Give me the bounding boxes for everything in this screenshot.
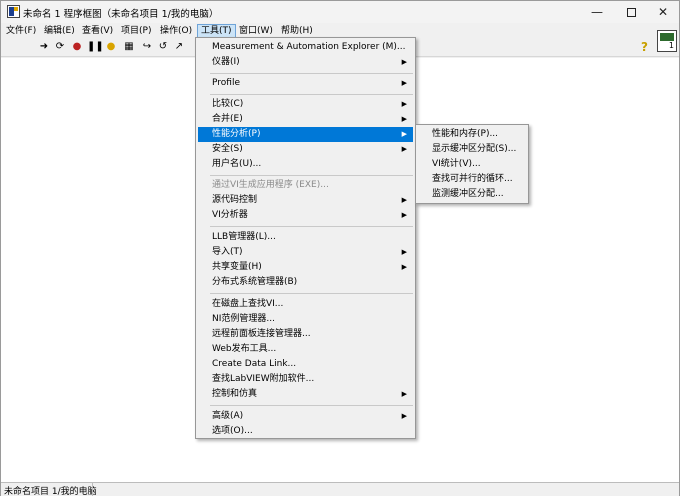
menu-item-web-publishing-tool[interactable]: Web发布工具... [198, 342, 413, 357]
submenu-item-vi-metrics[interactable]: VI统计(V)... [418, 157, 526, 172]
submenu-item-show-buffer-allocations[interactable]: 显示缓冲区分配(S)... [418, 142, 526, 157]
menu-item-options[interactable]: 选项(O)... [198, 424, 413, 439]
menu-view[interactable]: 查看(V) [79, 24, 116, 38]
menu-item-remote-panel-connection-manager[interactable]: 远程前面板连接管理器... [198, 327, 413, 342]
submenu-arrow-icon: ▶ [401, 115, 407, 123]
submenu-item-monitor-buffer-allocations[interactable]: 监测缓冲区分配... [418, 187, 526, 202]
context-help-icon[interactable]: ? [641, 40, 648, 54]
submenu-arrow-icon: ▶ [401, 79, 407, 87]
submenu-arrow-icon: ▶ [401, 390, 407, 398]
vi-icon-number: 1 [668, 41, 674, 50]
menu-item-build-exe: 通过VI生成应用程序 (EXE)... [212, 180, 329, 190]
menu-window[interactable]: 窗口(W) [236, 24, 276, 38]
pause-icon[interactable]: ❚❚ [87, 41, 104, 53]
title-bar: 未命名 1 程序框图（未命名项目 1/我的电脑） — ✕ [1, 1, 679, 23]
menu-item-advanced[interactable]: 高级(A) ▶ [198, 409, 413, 424]
menu-item-distributed-system-manager[interactable]: 分布式系统管理器(B) [198, 275, 413, 290]
menu-item-vi-analyzer[interactable]: VI分析器 ▶ [198, 208, 413, 223]
submenu-arrow-icon: ▶ [401, 58, 407, 66]
menu-item-max[interactable]: Measurement & Automation Explorer (M)... [198, 40, 413, 55]
submenu-item-performance-memory[interactable]: 性能和内存(P)... [418, 127, 526, 142]
retain-wire-values-icon[interactable]: ▦ [123, 41, 135, 53]
menu-project[interactable]: 项目(P) [118, 24, 154, 38]
menu-separator [210, 175, 413, 176]
step-over-icon[interactable]: ↺ [157, 41, 169, 53]
menu-item-ni-example-finder[interactable]: NI范例管理器... [198, 312, 413, 327]
menu-item-profile[interactable]: Profile ▶ [198, 76, 413, 91]
maximize-button[interactable] [614, 1, 648, 23]
status-bar: 未命名项目 1/我的电脑 [1, 482, 679, 496]
abort-icon[interactable]: ● [71, 41, 83, 53]
status-divider [92, 483, 93, 496]
window-title: 未命名 1 程序框图（未命名项目 1/我的电脑） [23, 9, 219, 20]
menu-separator [210, 94, 413, 95]
menu-item-create-data-link[interactable]: Create Data Link... [198, 357, 413, 372]
close-icon: ✕ [657, 5, 669, 19]
menu-separator [210, 73, 413, 74]
tools-menu-dropdown: Measurement & Automation Explorer (M)...… [195, 37, 416, 439]
menu-item-security[interactable]: 安全(S) ▶ [198, 142, 413, 157]
close-button[interactable]: ✕ [646, 1, 680, 23]
menu-separator [210, 293, 413, 294]
submenu-arrow-icon: ▶ [401, 211, 407, 219]
menu-help[interactable]: 帮助(H) [278, 24, 316, 38]
menu-item-shared-variable[interactable]: 共享变量(H) ▶ [198, 260, 413, 275]
submenu-arrow-icon: ▶ [401, 145, 407, 153]
menu-operate[interactable]: 操作(O) [157, 24, 195, 38]
run-arrow-icon[interactable]: ➜ [38, 41, 50, 53]
step-into-icon[interactable]: ↪ [141, 41, 153, 53]
menu-item-instruments[interactable]: 仪器(I) ▶ [198, 55, 413, 70]
submenu-arrow-icon: ▶ [401, 196, 407, 204]
menu-item-find-labview-add-ons[interactable]: 查找LabVIEW附加软件... [198, 372, 413, 387]
performance-submenu: 性能和内存(P)... 显示缓冲区分配(S)... VI统计(V)... 查找可… [415, 124, 529, 204]
vi-icon-graphic [660, 33, 674, 41]
status-project-path: 未命名项目 1/我的电脑 [4, 487, 97, 496]
minimize-button[interactable]: — [580, 1, 614, 23]
menu-item-source-control[interactable]: 源代码控制 ▶ [198, 193, 413, 208]
menu-item-compare[interactable]: 比较(C) ▶ [198, 97, 413, 112]
submenu-arrow-icon: ▶ [401, 130, 407, 138]
menu-item-control-simulation[interactable]: 控制和仿真 ▶ [198, 387, 413, 402]
submenu-arrow-icon: ▶ [401, 263, 407, 271]
run-continuously-icon[interactable]: ⟳ [54, 41, 66, 53]
highlight-execution-icon[interactable]: ● [105, 41, 117, 53]
menu-item-find-vis-on-disk[interactable]: 在磁盘上查找VI... [198, 297, 413, 312]
minimize-icon: — [591, 5, 603, 19]
submenu-arrow-icon: ▶ [401, 100, 407, 108]
menu-tools[interactable]: 工具(T) [197, 24, 236, 38]
menu-edit[interactable]: 编辑(E) [41, 24, 78, 38]
menu-item-profile-performance[interactable]: 性能分析(P) ▶ [198, 127, 413, 142]
menu-item-llb-manager[interactable]: LLB管理器(L)... [198, 230, 413, 245]
menu-separator [210, 405, 413, 406]
menu-item-import[interactable]: 导入(T) ▶ [198, 245, 413, 260]
menu-item-merge[interactable]: 合并(E) ▶ [198, 112, 413, 127]
menu-separator [210, 226, 413, 227]
submenu-arrow-icon: ▶ [401, 248, 407, 256]
menu-file[interactable]: 文件(F) [3, 24, 39, 38]
menu-item-user-name[interactable]: 用户名(U)... [198, 157, 413, 172]
labview-app-icon [7, 5, 20, 18]
step-out-icon[interactable]: ↗ [173, 41, 185, 53]
maximize-icon [626, 8, 636, 17]
submenu-arrow-icon: ▶ [401, 412, 407, 420]
submenu-item-find-parallelizable-loops[interactable]: 查找可并行的循环... [418, 172, 526, 187]
vi-connector-icon[interactable]: 1 [657, 30, 677, 52]
